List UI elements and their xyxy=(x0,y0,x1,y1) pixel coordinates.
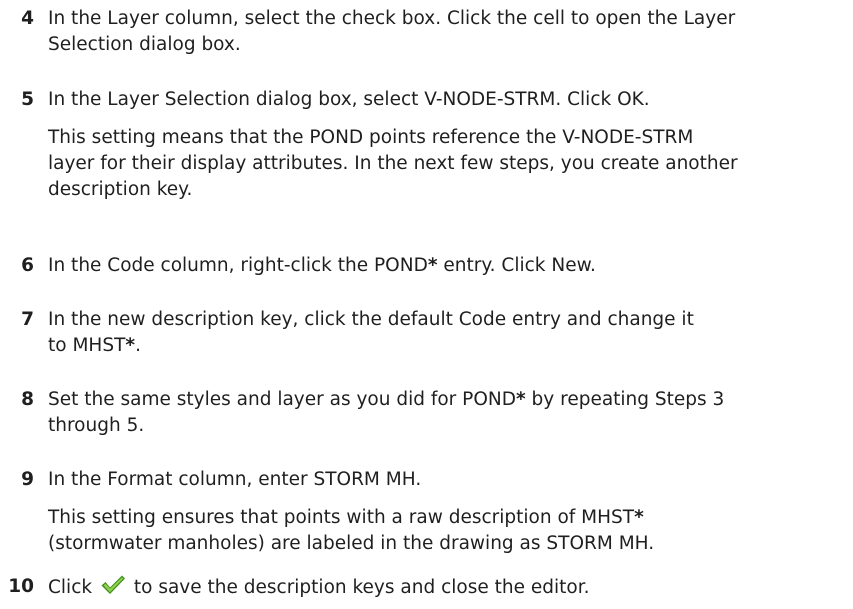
text-segment: to save the description keys and close t… xyxy=(133,577,590,598)
step-number: 6 xyxy=(21,255,34,276)
step-line: In the Format column, enter STORM MH. xyxy=(48,469,422,490)
text-segment: This setting ensures that points with a … xyxy=(48,507,635,528)
text-segment: . xyxy=(135,335,141,356)
step-line: In the new description key, click the de… xyxy=(48,309,694,330)
note-line: description key. xyxy=(48,179,193,200)
step-number: 9 xyxy=(21,469,34,490)
step-text: In the Layer column, select the check bo… xyxy=(48,6,848,58)
note-line: This setting means that the POND points … xyxy=(48,127,694,148)
step-line: In the Layer Selection dialog box, selec… xyxy=(48,89,650,110)
wildcard-star: * xyxy=(427,255,438,276)
step-line: In the Layer column, select the check bo… xyxy=(48,8,736,29)
text-segment: In the Code column, right-click the POND xyxy=(48,255,428,276)
step-number: 8 xyxy=(21,389,34,410)
text-segment: to MHST xyxy=(48,335,126,356)
step-number: 7 xyxy=(21,309,34,330)
text-segment: Set the same styles and layer as you did… xyxy=(48,389,516,410)
wildcard-star: * xyxy=(515,389,526,410)
note-line: layer for their display attributes. In t… xyxy=(48,153,738,174)
step-note: This setting means that the POND points … xyxy=(48,125,848,203)
step-line: In the Code column, right-click the POND… xyxy=(48,253,848,279)
text-segment: Click xyxy=(48,577,93,598)
step-text: In the new description key, click the de… xyxy=(48,307,848,359)
wildcard-star: * xyxy=(634,507,644,528)
step-number: 4 xyxy=(21,8,34,29)
step-line: to MHST*. xyxy=(48,333,848,359)
text-segment: entry. Click New. xyxy=(437,255,596,276)
step-note: This setting ensures that points with a … xyxy=(48,505,848,557)
green-checkmark-icon xyxy=(100,574,126,596)
step-line: through 5. xyxy=(48,415,145,436)
step-line: Click to save the description keys and c… xyxy=(48,574,848,601)
wildcard-star: * xyxy=(125,335,136,356)
step-text: Click to save the description keys and c… xyxy=(48,574,848,601)
step-number: 10 xyxy=(8,576,34,597)
step-text: In the Layer Selection dialog box, selec… xyxy=(48,87,848,203)
note-line: This setting ensures that points with a … xyxy=(48,505,848,531)
step-line: Set the same styles and layer as you did… xyxy=(48,387,848,413)
text-segment: by repeating Steps 3 xyxy=(525,389,725,410)
step-text: In the Format column, enter STORM MH. Th… xyxy=(48,467,848,557)
step-number: 5 xyxy=(21,89,34,110)
step-text: Set the same styles and layer as you did… xyxy=(48,387,848,439)
note-line: (stormwater manholes) are labeled in the… xyxy=(48,533,655,554)
step-line: Selection dialog box. xyxy=(48,34,241,55)
step-text: In the Code column, right-click the POND… xyxy=(48,253,848,279)
